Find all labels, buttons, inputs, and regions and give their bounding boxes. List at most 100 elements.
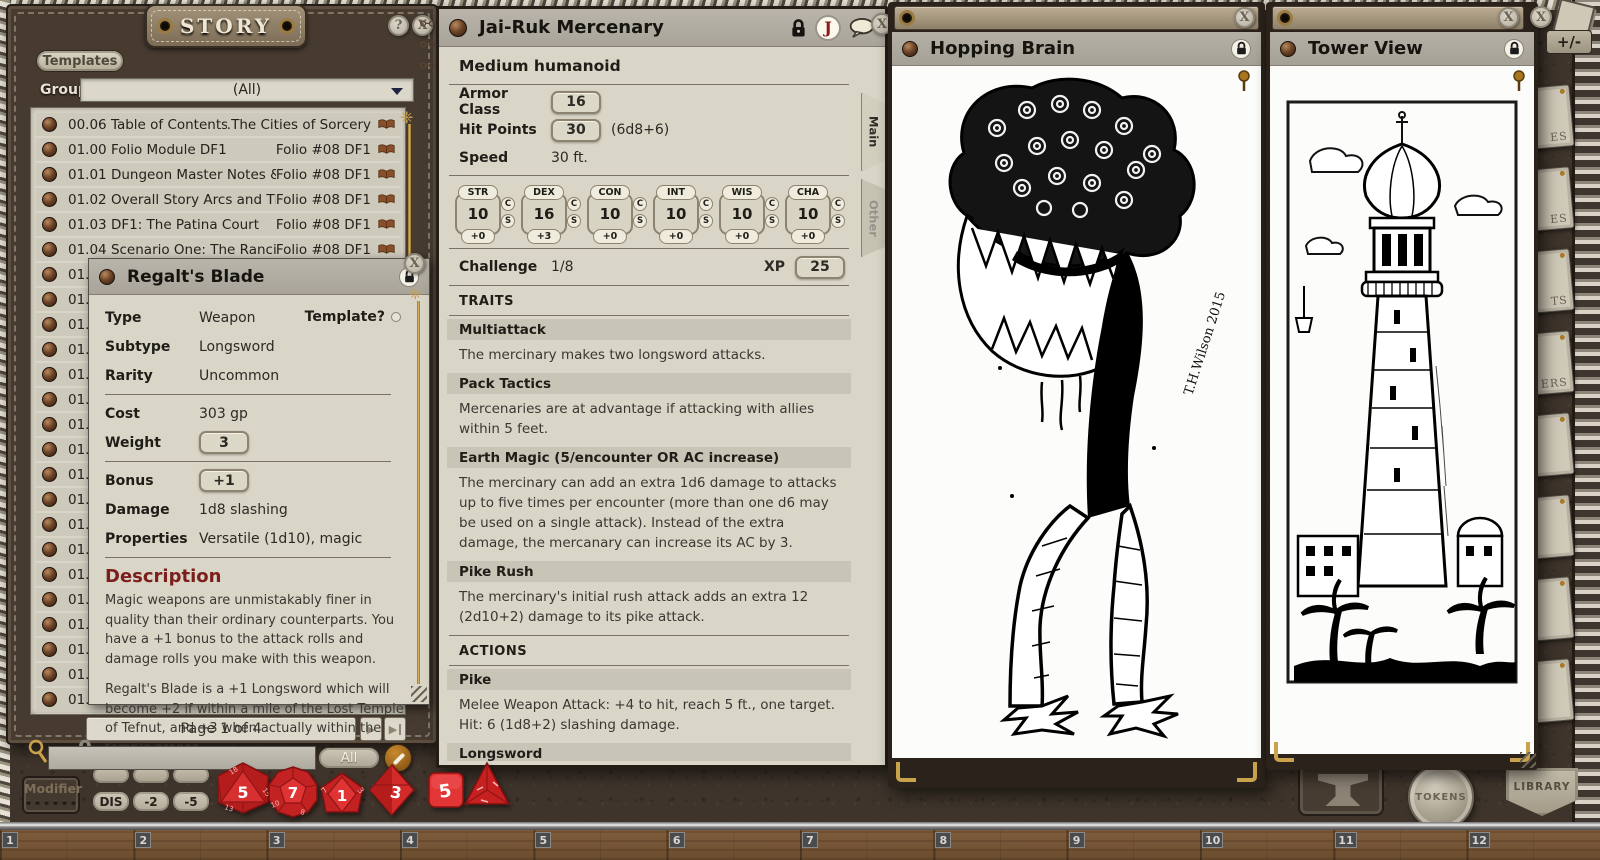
ability-check-button[interactable]: C	[567, 197, 581, 211]
image-canvas-tower-view[interactable]	[1270, 66, 1534, 754]
link-orb-icon[interactable]	[42, 242, 57, 257]
hotbar-slot-9[interactable]: 9	[1067, 830, 1200, 860]
book-icon[interactable]	[378, 143, 395, 156]
tab-other[interactable]: Other	[861, 179, 885, 257]
hotbar-slot-10[interactable]: 10	[1200, 830, 1333, 860]
title-orb-icon[interactable]	[902, 41, 918, 57]
book-icon[interactable]	[378, 243, 395, 256]
sidebar-close-button[interactable]: X	[1530, 6, 1552, 28]
link-orb-icon[interactable]	[42, 342, 57, 357]
templates-button[interactable]: Templates	[36, 50, 124, 72]
item-titlebar[interactable]: Regalt's Blade	[89, 259, 429, 295]
story-entry[interactable]: 01.00 Folio Module DF1Folio #08 DF1	[36, 138, 401, 161]
story-entry[interactable]: 00.06 Table of Contents.The Cities of So…	[36, 113, 401, 136]
ability-check-button[interactable]: C	[633, 197, 647, 211]
ability-mod[interactable]: +0	[725, 229, 759, 244]
link-orb-icon[interactable]	[42, 167, 57, 182]
plus-minus-button[interactable]: +/-	[1546, 30, 1592, 54]
xp-value-box[interactable]: 25	[795, 256, 845, 279]
group-select[interactable]: (All)	[80, 78, 414, 102]
story-entry[interactable]: 01.02 Overall Story Arcs and ThreadsFoli…	[36, 188, 401, 211]
link-orb-icon[interactable]	[42, 217, 57, 232]
story-title-plaque[interactable]: STORY	[145, 4, 307, 48]
resize-grip[interactable]	[411, 686, 427, 702]
ability-mod[interactable]: +0	[461, 229, 495, 244]
npc-token[interactable]: J	[815, 15, 841, 41]
close-button[interactable]: X	[404, 253, 425, 274]
image-titlebar[interactable]: Hopping Brain	[892, 32, 1261, 66]
close-button[interactable]: X	[1234, 7, 1255, 28]
tab-main[interactable]: Main	[861, 93, 885, 171]
field-value-box[interactable]: 3	[199, 431, 249, 454]
link-orb-icon[interactable]	[42, 592, 57, 607]
link-orb-icon[interactable]	[42, 492, 57, 507]
ability-mod[interactable]: +0	[791, 229, 825, 244]
link-orb-icon[interactable]	[42, 267, 57, 282]
trait-name[interactable]: Earth Magic (5/encounter OR AC increase)	[447, 447, 851, 468]
image-titlebar[interactable]: Tower View	[1270, 32, 1534, 66]
link-orb-icon[interactable]	[42, 417, 57, 432]
pin-icon[interactable]	[1237, 70, 1251, 92]
link-orb-icon[interactable]	[42, 142, 57, 157]
hotbar-slot-3[interactable]: 3	[267, 830, 400, 860]
trait-name[interactable]: Multiattack	[447, 319, 851, 340]
link-orb-icon[interactable]	[42, 192, 57, 207]
hotbar-slot-1[interactable]: 1	[0, 830, 133, 860]
action-name[interactable]: Longsword	[447, 743, 851, 761]
link-orb-icon[interactable]	[42, 667, 57, 682]
story-entry[interactable]: 01.03 DF1: The Patina CourtFolio #08 DF1	[36, 213, 401, 236]
modifier-button-dis[interactable]: DIS	[92, 791, 130, 812]
ability-save-button[interactable]: S	[831, 214, 845, 228]
hotbar-slot-6[interactable]: 6	[667, 830, 800, 860]
lock-icon[interactable]	[1231, 39, 1251, 59]
hotbar-slot-2[interactable]: 2	[133, 830, 266, 860]
book-icon[interactable]	[378, 118, 395, 131]
link-orb-icon[interactable]	[42, 617, 57, 632]
item-scrollbar[interactable]: ❈	[413, 301, 423, 684]
ability-check-button[interactable]: C	[765, 197, 779, 211]
ability-check-button[interactable]: C	[699, 197, 713, 211]
modifier-box[interactable]: Modifier	[22, 776, 80, 814]
ability-mod[interactable]: +0	[659, 229, 693, 244]
lock-icon[interactable]	[790, 18, 807, 38]
hotbar-slot-5[interactable]: 5	[533, 830, 666, 860]
hotbar-slot-7[interactable]: 7	[800, 830, 933, 860]
link-orb-icon[interactable]	[42, 117, 57, 132]
story-entry[interactable]: 01.01 Dungeon Master Notes & SuggestionF…	[36, 163, 401, 186]
ability-mod[interactable]: +0	[593, 229, 627, 244]
ability-save-button[interactable]: S	[567, 214, 581, 228]
image-canvas-hopping-brain[interactable]: T.H.Wilson 2015	[892, 66, 1261, 758]
book-icon[interactable]	[378, 193, 395, 206]
link-orb-icon[interactable]	[42, 442, 57, 457]
link-orb-icon[interactable]	[42, 517, 57, 532]
pin-icon[interactable]	[1512, 70, 1526, 92]
hotbar-slot-12[interactable]: 12	[1467, 830, 1600, 860]
hotbar-slot-8[interactable]: 8	[933, 830, 1066, 860]
ability-check-button[interactable]: C	[831, 197, 845, 211]
ac-value-box[interactable]: 16	[551, 91, 601, 114]
image-drag-strip[interactable]	[1272, 6, 1524, 30]
link-orb-icon[interactable]	[42, 467, 57, 482]
action-name[interactable]: Pike	[447, 669, 851, 690]
npc-titlebar[interactable]: Jai-Ruk Mercenary J	[439, 9, 885, 47]
radio-icon[interactable]	[391, 312, 401, 322]
lock-icon[interactable]	[1504, 39, 1524, 59]
ability-save-button[interactable]: S	[633, 214, 647, 228]
ability-save-button[interactable]: S	[699, 214, 713, 228]
forge-patch-button[interactable]	[1298, 762, 1384, 816]
d8-die[interactable]: 3	[368, 764, 416, 816]
modifier-button-2[interactable]: -2	[132, 791, 170, 812]
close-button[interactable]: X	[1498, 7, 1519, 28]
d12-die[interactable]: 7 10 8	[268, 766, 318, 818]
ability-check-button[interactable]: C	[501, 197, 515, 211]
link-orb-icon[interactable]	[42, 692, 57, 707]
help-button[interactable]: ?	[388, 15, 409, 36]
title-orb-icon[interactable]	[449, 19, 467, 37]
link-orb-icon[interactable]	[42, 542, 57, 557]
trait-name[interactable]: Pike Rush	[447, 561, 851, 582]
modifier-button-5[interactable]: -5	[172, 791, 210, 812]
hotbar-slot-11[interactable]: 11	[1333, 830, 1466, 860]
resize-grip[interactable]	[1520, 752, 1536, 768]
book-icon[interactable]	[378, 168, 395, 181]
hp-value-box[interactable]: 30	[551, 119, 601, 142]
